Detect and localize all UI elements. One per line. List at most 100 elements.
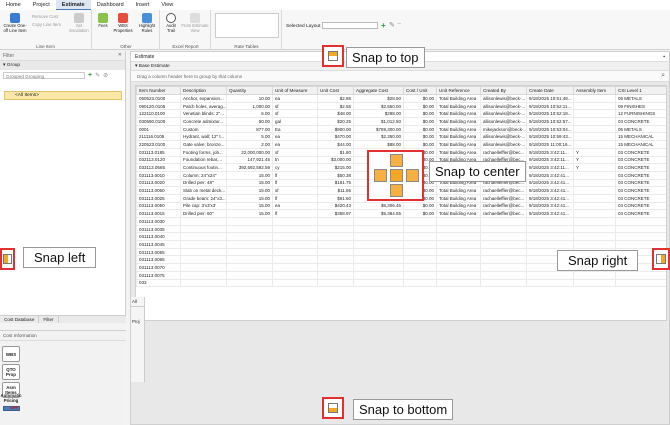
table-cell[interactable]: Footing forms, job... xyxy=(180,147,227,157)
table-cell[interactable] xyxy=(226,278,273,288)
table-cell[interactable]: allisonlewis@beck-... xyxy=(480,140,527,149)
table-cell[interactable]: 9/18/2025 3:42:11... xyxy=(526,163,574,172)
table-cell[interactable]: 15.00 xyxy=(226,178,273,188)
table-cell[interactable]: 031113.0030 xyxy=(136,217,181,226)
table-cell[interactable]: 15 MECHANICAL xyxy=(615,140,666,149)
table-cell[interactable]: 15.00 xyxy=(226,186,273,195)
table-cell[interactable] xyxy=(615,270,666,280)
table-cell[interactable] xyxy=(573,201,616,211)
table-cell[interactable]: 0001 xyxy=(136,124,181,134)
table-cell[interactable]: 031113.0050 xyxy=(136,201,181,211)
table-cell[interactable]: Slab on metal deck... xyxy=(180,186,227,195)
table-cell[interactable] xyxy=(403,255,437,265)
table-cell[interactable]: $0.00 xyxy=(403,109,437,119)
audit-trail-button[interactable]: Audit Trail xyxy=(163,13,179,33)
table-cell[interactable] xyxy=(615,278,666,288)
collapse-icon[interactable]: ▾ xyxy=(135,64,137,69)
table-cell[interactable]: Total Building Area xyxy=(436,186,481,195)
table-cell[interactable]: 031113.0060 xyxy=(136,186,181,195)
menu-project[interactable]: Project xyxy=(27,0,56,10)
table-cell[interactable]: $1,012.50 xyxy=(353,117,404,126)
selected-layout-dropdown[interactable] xyxy=(322,22,378,29)
table-cell[interactable]: allisonlewis@beck-... xyxy=(480,132,527,142)
fees-button[interactable]: Fees xyxy=(95,13,111,29)
table-cell[interactable] xyxy=(317,263,354,272)
table-cell[interactable]: 9/18/2025 10:52:18... xyxy=(526,109,574,119)
table-cell[interactable] xyxy=(180,240,227,249)
set-escalation-button[interactable]: Set Escalation xyxy=(68,13,90,33)
table-cell[interactable]: 03 CONCRETE xyxy=(615,163,666,172)
table-cell[interactable] xyxy=(436,247,481,257)
table-cell[interactable]: $91.60 xyxy=(317,193,354,203)
table-cell[interactable]: 031113.0045 xyxy=(136,240,181,249)
column-header[interactable]: Created By xyxy=(480,86,527,95)
table-cell[interactable]: 031113.0010 xyxy=(136,170,181,180)
table-cell[interactable]: 122110.0100 xyxy=(136,109,181,119)
table-cell[interactable]: 9/18/2025 3:42:11... xyxy=(526,155,574,165)
table-cell[interactable] xyxy=(480,247,527,257)
table-cell[interactable]: $2,550.00 xyxy=(353,101,404,111)
table-cell[interactable]: 05 METALS xyxy=(615,124,666,134)
table-cell[interactable] xyxy=(226,224,273,234)
table-cell[interactable]: 03 CONCRETE xyxy=(615,209,666,218)
table-cell[interactable] xyxy=(272,270,318,280)
table-cell[interactable]: 05 METALS xyxy=(615,94,666,103)
snap-right-icon[interactable] xyxy=(652,248,670,270)
table-cell[interactable]: 031113.0025 xyxy=(136,193,181,203)
table-cell[interactable] xyxy=(403,232,437,242)
table-cell[interactable]: $0.00 xyxy=(403,124,437,134)
table-cell[interactable]: 877.00 xyxy=(226,124,273,134)
column-header[interactable]: CSI Level 1 xyxy=(615,86,666,95)
rate-tables-box[interactable] xyxy=(215,13,279,38)
automatic-pricing-toggle[interactable]: OFF xyxy=(3,406,20,411)
table-cell[interactable] xyxy=(526,278,574,288)
table-cell[interactable]: Total Building Area xyxy=(436,140,481,149)
table-cell[interactable]: 031113.0075 xyxy=(136,270,181,280)
table-cell[interactable]: Hydrant, wall; 12" t... xyxy=(180,132,227,142)
table-cell[interactable]: rachaelleffler@bec... xyxy=(480,193,527,203)
from-estimate-view-button[interactable]: From Estimate View xyxy=(180,13,210,33)
table-cell[interactable] xyxy=(573,101,616,111)
table-cell[interactable]: allisonlewis@beck-... xyxy=(480,101,527,111)
compass-right-cell[interactable] xyxy=(406,169,419,182)
table-cell[interactable]: tn xyxy=(272,155,318,165)
table-cell[interactable]: 22,000,000.00 xyxy=(226,147,273,157)
table-cell[interactable]: allisonlewis@beck-... xyxy=(480,94,527,103)
table-cell[interactable]: Total Building Area xyxy=(436,109,481,119)
table-cell[interactable]: 15.00 xyxy=(226,209,273,218)
table-cell[interactable]: sf xyxy=(272,101,318,111)
delete-layout-icon[interactable]: − xyxy=(397,21,401,28)
table-cell[interactable] xyxy=(573,178,616,188)
collapse-icon[interactable]: ▾ xyxy=(3,63,5,68)
table-cell[interactable]: 10.00 xyxy=(226,94,273,103)
table-cell[interactable] xyxy=(226,263,273,272)
table-cell[interactable]: 9/18/2025 10:52:57... xyxy=(526,117,574,126)
group-by-area[interactable]: Drag a column header here to group by th… xyxy=(131,71,669,82)
table-cell[interactable] xyxy=(573,117,616,126)
compass-left-cell[interactable] xyxy=(374,169,387,182)
table-cell[interactable]: 033113.0565 xyxy=(136,163,181,172)
table-cell[interactable]: $5,384.55 xyxy=(353,209,404,218)
table-cell[interactable]: ea xyxy=(272,201,318,211)
table-cell[interactable] xyxy=(403,278,437,288)
table-cell[interactable] xyxy=(272,232,318,242)
table-cell[interactable] xyxy=(180,217,227,226)
table-cell[interactable]: $420.43 xyxy=(317,201,354,211)
table-cell[interactable]: Anchor, expansion... xyxy=(180,94,227,103)
table-cell[interactable]: 6.00 xyxy=(226,109,273,119)
table-cell[interactable]: Y xyxy=(573,163,616,172)
table-cell[interactable]: Foundation rebar,... xyxy=(180,155,227,165)
table-cell[interactable]: 031113.0015 xyxy=(136,209,181,218)
table-row[interactable]: 031113.0045 xyxy=(136,240,666,249)
table-cell[interactable]: Custom xyxy=(180,124,227,134)
compass-center-cell[interactable] xyxy=(390,169,403,182)
table-cell[interactable] xyxy=(480,270,527,280)
column-header[interactable]: Unit Cost xyxy=(317,86,354,95)
column-header[interactable]: Cost / Unit xyxy=(403,86,437,95)
table-cell[interactable]: ea xyxy=(272,140,318,149)
column-header[interactable]: Create Date xyxy=(526,86,574,95)
copy-line-item-button[interactable]: Copy Line Item xyxy=(32,22,61,27)
table-cell[interactable]: 090120.0105 xyxy=(136,101,181,111)
table-cell[interactable]: rachaelleffler@bec... xyxy=(480,147,527,157)
table-cell[interactable]: $181.75 xyxy=(317,178,354,188)
